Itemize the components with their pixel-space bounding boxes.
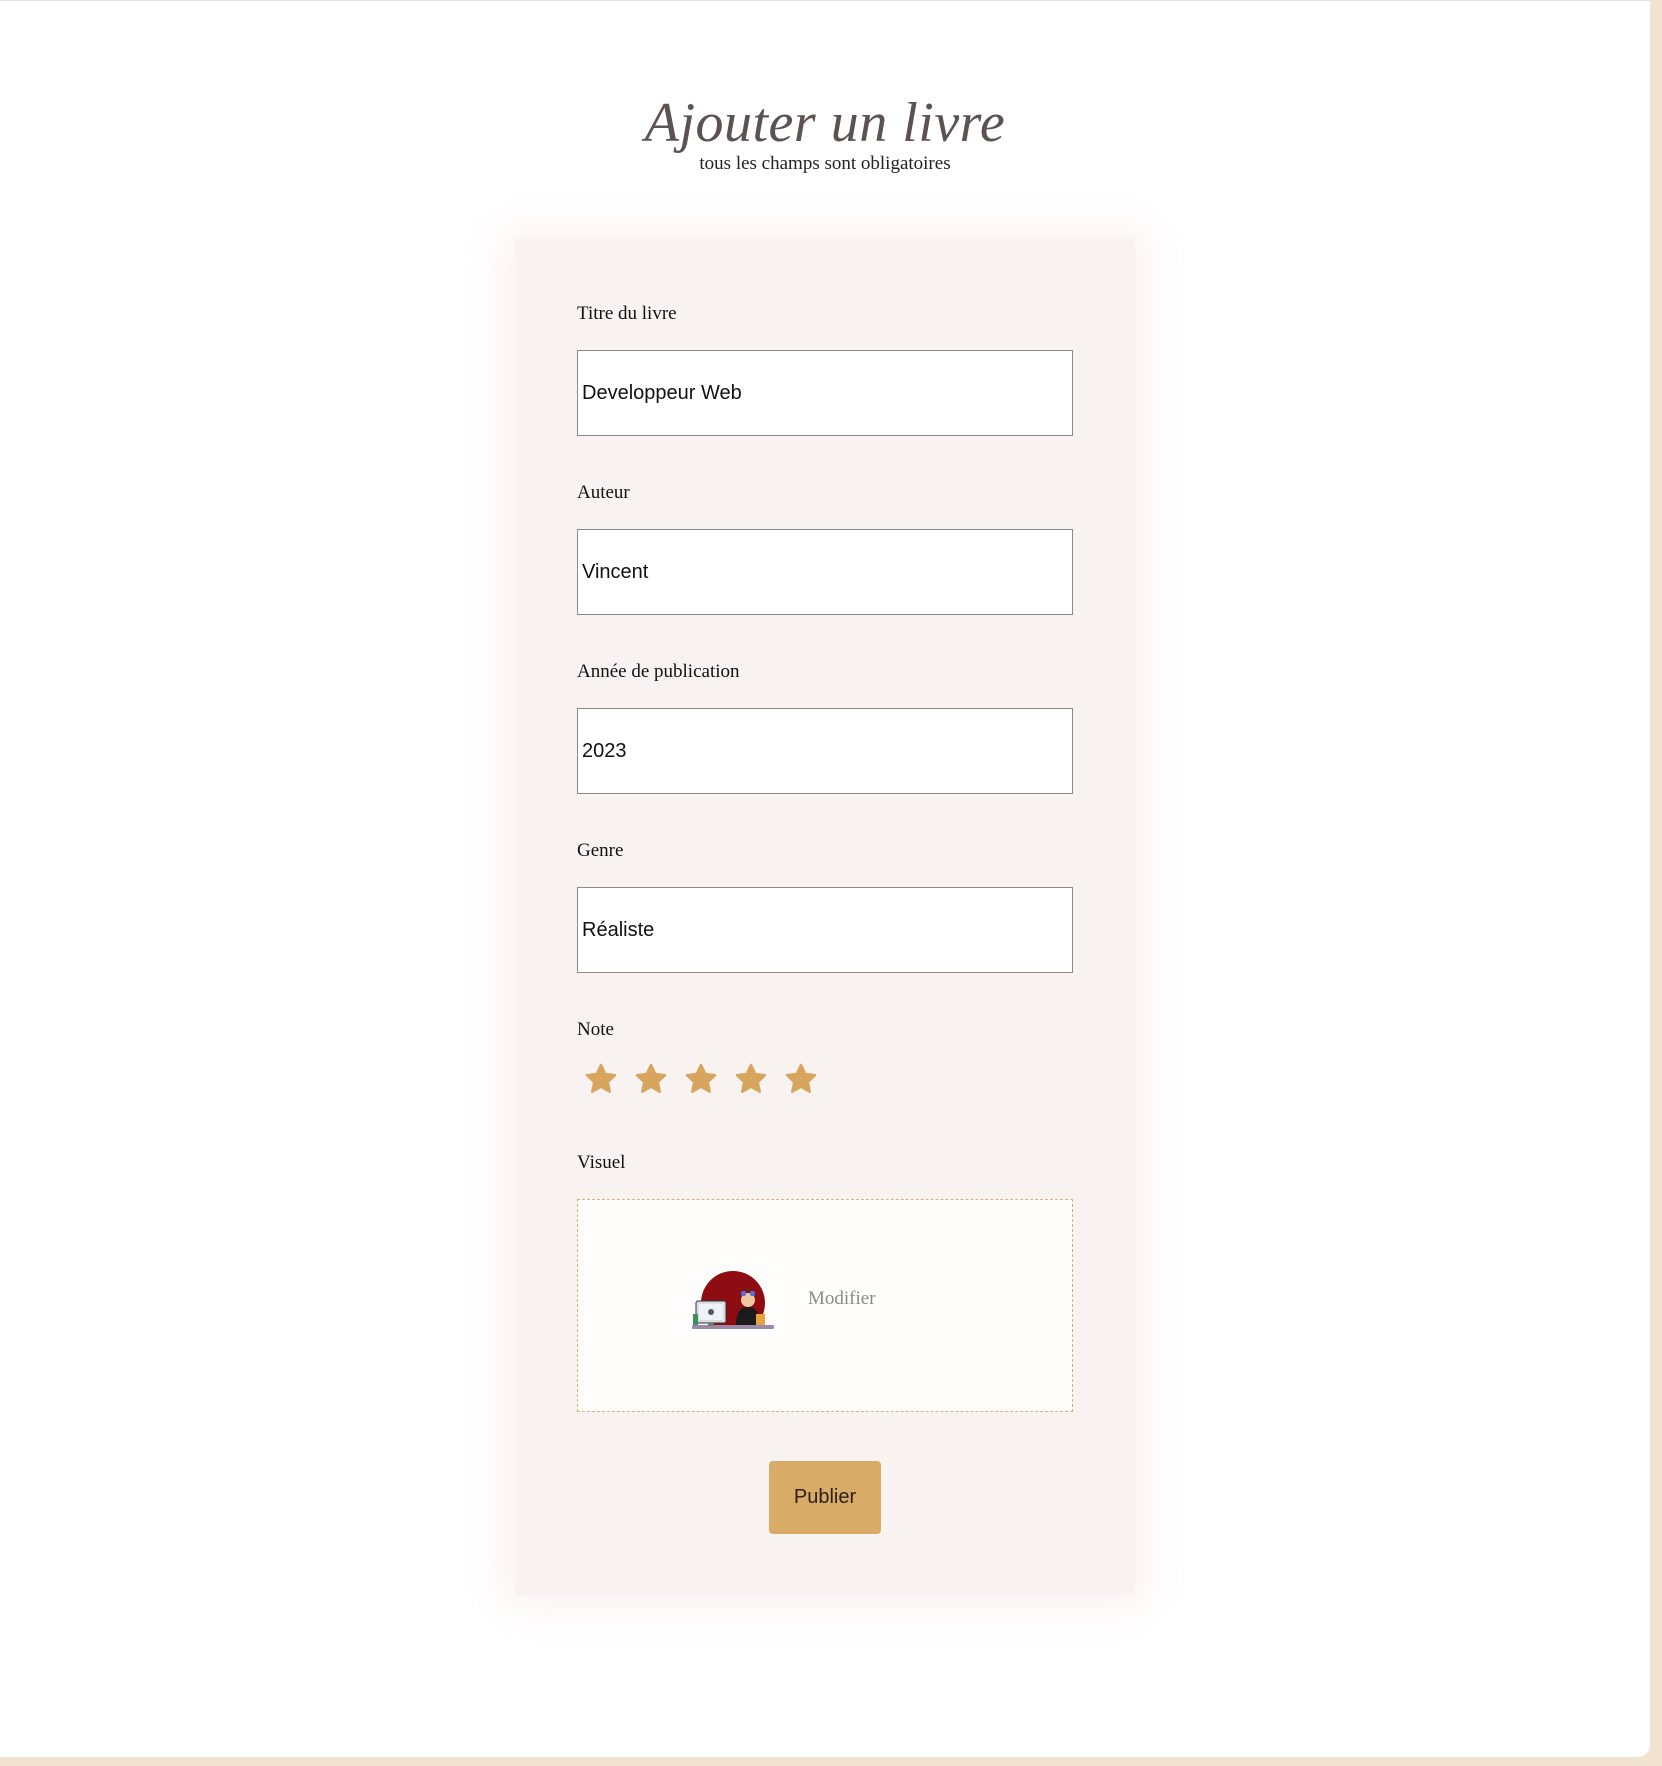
- page: Ajouter un livre tous les champs sont ob…: [0, 0, 1650, 1757]
- author-input[interactable]: [577, 529, 1073, 615]
- star-icon[interactable]: [683, 1061, 719, 1097]
- title-label: Titre du livre: [577, 303, 677, 324]
- publish-button[interactable]: Publier: [769, 1461, 881, 1534]
- star-icon[interactable]: [583, 1061, 619, 1097]
- star-icon[interactable]: [783, 1061, 819, 1097]
- star-shape: [785, 1063, 817, 1094]
- modify-image-link[interactable]: Modifier: [808, 1288, 876, 1310]
- author-label: Auteur: [577, 482, 630, 503]
- star-icon[interactable]: [733, 1061, 769, 1097]
- page-subtitle: tous les champs sont obligatoires: [699, 153, 951, 174]
- star-icon[interactable]: [633, 1061, 669, 1097]
- star-shape: [735, 1063, 767, 1094]
- genre-label: Genre: [577, 840, 624, 861]
- page-header: Ajouter un livre tous les champs sont ob…: [0, 93, 1650, 175]
- add-book-form: Titre du livre Auteur Année de publicati…: [515, 239, 1135, 1595]
- developer-at-desk-illustration: [690, 1271, 776, 1336]
- star-shape: [685, 1063, 717, 1094]
- star-shape: [635, 1063, 667, 1094]
- star-rating: [583, 1061, 819, 1099]
- visual-upload-area[interactable]: Modifier: [577, 1199, 1073, 1412]
- star-shape: [585, 1063, 617, 1094]
- year-input[interactable]: [577, 708, 1073, 794]
- genre-input[interactable]: [577, 887, 1073, 973]
- visual-label: Visuel: [577, 1152, 626, 1173]
- page-title: Ajouter un livre: [644, 92, 1006, 154]
- title-input[interactable]: [577, 350, 1073, 436]
- rating-label: Note: [577, 1019, 614, 1040]
- year-label: Année de publication: [577, 661, 740, 682]
